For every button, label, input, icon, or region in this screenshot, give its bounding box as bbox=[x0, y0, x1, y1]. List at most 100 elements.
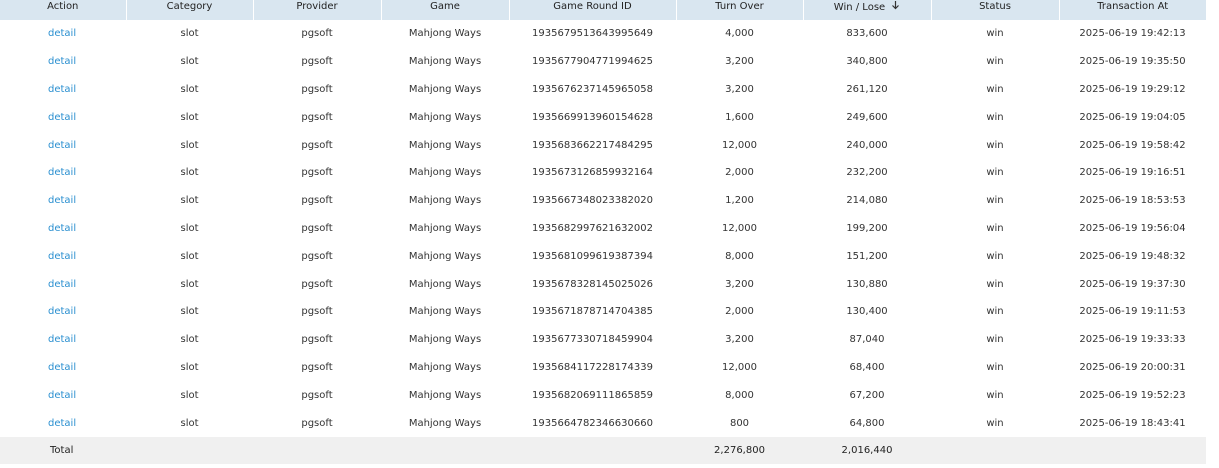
cell-status: win bbox=[986, 278, 1004, 290]
cell-txn-at: 2025-06-19 19:42:13 bbox=[1079, 28, 1186, 40]
column-header-status[interactable]: Status bbox=[931, 0, 1060, 20]
table-row: detail slot pgsoft Mahjong Ways 193566991396… bbox=[0, 103, 1206, 131]
cell-txn-at: 2025-06-19 19:35:50 bbox=[1079, 56, 1186, 68]
column-header-label: Transaction At bbox=[1097, 0, 1169, 12]
cell-status: win bbox=[986, 167, 1004, 179]
cell-provider: pgsoft bbox=[301, 306, 333, 318]
cell-game: Mahjong Ways bbox=[408, 278, 482, 290]
detail-link[interactable]: detail bbox=[48, 279, 76, 290]
cell-provider: pgsoft bbox=[301, 195, 333, 207]
cell-winlose: 214,080 bbox=[846, 195, 888, 207]
detail-link[interactable]: detail bbox=[48, 251, 76, 262]
cell-turnover: 2,000 bbox=[725, 306, 754, 318]
cell-winlose: 249,600 bbox=[846, 111, 888, 123]
cell-turnover: 12,000 bbox=[722, 139, 757, 151]
column-header-action[interactable]: Action bbox=[0, 0, 127, 20]
total-status-cell bbox=[931, 436, 1059, 464]
cell-winlose: 67,200 bbox=[849, 389, 885, 401]
column-header-txn-at[interactable]: Transaction At bbox=[1059, 0, 1206, 20]
cell-turnover: 2,000 bbox=[725, 167, 754, 179]
column-header-category[interactable]: Category bbox=[126, 0, 254, 20]
detail-link[interactable]: detail bbox=[48, 56, 76, 67]
cell-winlose: 833,600 bbox=[846, 28, 888, 40]
column-header-label: Status bbox=[979, 0, 1011, 12]
detail-link[interactable]: detail bbox=[48, 223, 76, 234]
cell-game: Mahjong Ways bbox=[408, 195, 482, 207]
column-header-label: Win / Lose bbox=[833, 1, 886, 13]
cell-provider: pgsoft bbox=[301, 389, 333, 401]
total-txn-at-cell bbox=[1059, 436, 1206, 464]
cell-turnover: 12,000 bbox=[722, 222, 757, 234]
cell-status: win bbox=[986, 195, 1004, 207]
cell-provider: pgsoft bbox=[301, 111, 333, 123]
table-footer: Total 2,276,800 2,016,440 bbox=[0, 436, 1206, 464]
table-row: detail slot pgsoft Mahjong Ways 193568206911… bbox=[0, 381, 1206, 409]
arrow-down-icon[interactable] bbox=[891, 0, 900, 13]
cell-provider: pgsoft bbox=[301, 83, 333, 95]
column-header-winlose[interactable]: Win / Lose bbox=[803, 0, 932, 20]
detail-link[interactable]: detail bbox=[48, 418, 76, 429]
detail-link[interactable]: detail bbox=[48, 195, 76, 206]
cell-turnover: 3,200 bbox=[725, 278, 754, 290]
table-row: detail slot pgsoft Mahjong Ways 193566734802… bbox=[0, 187, 1206, 215]
cell-turnover: 4,000 bbox=[725, 28, 754, 40]
cell-txn-at: 2025-06-19 19:16:51 bbox=[1079, 167, 1186, 179]
cell-game: Mahjong Ways bbox=[408, 222, 482, 234]
detail-link[interactable]: detail bbox=[48, 167, 76, 178]
table-row: detail slot pgsoft Mahjong Ways 193568299762… bbox=[0, 215, 1206, 243]
cell-action: detail bbox=[0, 298, 126, 326]
cell-provider: pgsoft bbox=[301, 28, 333, 40]
cell-action: detail bbox=[0, 159, 126, 187]
table-row: detail slot pgsoft Mahjong Ways 193566478234… bbox=[0, 409, 1206, 437]
cell-category: slot bbox=[180, 28, 199, 40]
cell-round-id: 1935682997621632002 bbox=[532, 222, 653, 234]
cell-game: Mahjong Ways bbox=[408, 389, 482, 401]
table-row: detail slot pgsoft Mahjong Ways 193567312685… bbox=[0, 159, 1206, 187]
column-header-turnover[interactable]: Turn Over bbox=[676, 0, 804, 20]
cell-status: win bbox=[986, 417, 1004, 429]
detail-link[interactable]: detail bbox=[48, 140, 76, 151]
cell-game: Mahjong Ways bbox=[408, 167, 482, 179]
cell-txn-at: 2025-06-19 19:11:53 bbox=[1079, 306, 1186, 318]
cell-action: detail bbox=[0, 48, 126, 76]
cell-provider: pgsoft bbox=[301, 250, 333, 262]
cell-turnover: 3,200 bbox=[725, 83, 754, 95]
cell-txn-at: 2025-06-19 19:04:05 bbox=[1079, 111, 1186, 123]
column-header-label: Provider bbox=[296, 0, 338, 12]
cell-action: detail bbox=[0, 76, 126, 104]
detail-link[interactable]: detail bbox=[48, 334, 76, 345]
cell-status: win bbox=[986, 111, 1004, 123]
column-header-game[interactable]: Game bbox=[381, 0, 510, 20]
total-round-id-cell bbox=[509, 436, 676, 464]
detail-link[interactable]: detail bbox=[48, 362, 76, 373]
column-header-round-id[interactable]: Game Round ID bbox=[509, 0, 677, 20]
scrollbar[interactable] bbox=[1206, 0, 1219, 468]
detail-link[interactable]: detail bbox=[48, 306, 76, 317]
total-category-cell bbox=[126, 436, 253, 464]
detail-link[interactable]: detail bbox=[48, 112, 76, 123]
cell-turnover: 12,000 bbox=[722, 361, 757, 373]
cell-action: detail bbox=[0, 381, 126, 409]
detail-link[interactable]: detail bbox=[48, 84, 76, 95]
cell-winlose: 130,880 bbox=[846, 278, 888, 290]
cell-winlose: 199,200 bbox=[846, 222, 888, 234]
cell-winlose: 261,120 bbox=[846, 83, 888, 95]
column-header-label: Turn Over bbox=[715, 0, 764, 12]
table-header: Action Category Provider Game Game Round ID T… bbox=[0, 0, 1206, 20]
cell-action: detail bbox=[0, 20, 126, 48]
detail-link[interactable]: detail bbox=[48, 28, 76, 39]
cell-provider: pgsoft bbox=[301, 361, 333, 373]
detail-link[interactable]: detail bbox=[48, 390, 76, 401]
cell-game: Mahjong Ways bbox=[408, 56, 482, 68]
cell-turnover: 800 bbox=[729, 417, 750, 429]
cell-round-id: 1935682069111865859 bbox=[532, 389, 653, 401]
cell-provider: pgsoft bbox=[301, 139, 333, 151]
cell-turnover: 3,200 bbox=[725, 56, 754, 68]
column-header-provider[interactable]: Provider bbox=[253, 0, 382, 20]
cell-category: slot bbox=[180, 222, 199, 234]
cell-txn-at: 2025-06-19 20:00:31 bbox=[1079, 361, 1186, 373]
cell-game: Mahjong Ways bbox=[408, 111, 482, 123]
cell-winlose: 87,040 bbox=[849, 334, 885, 346]
total-provider-cell bbox=[253, 436, 381, 464]
table-row: detail slot pgsoft Mahjong Ways 193567187871… bbox=[0, 298, 1206, 326]
